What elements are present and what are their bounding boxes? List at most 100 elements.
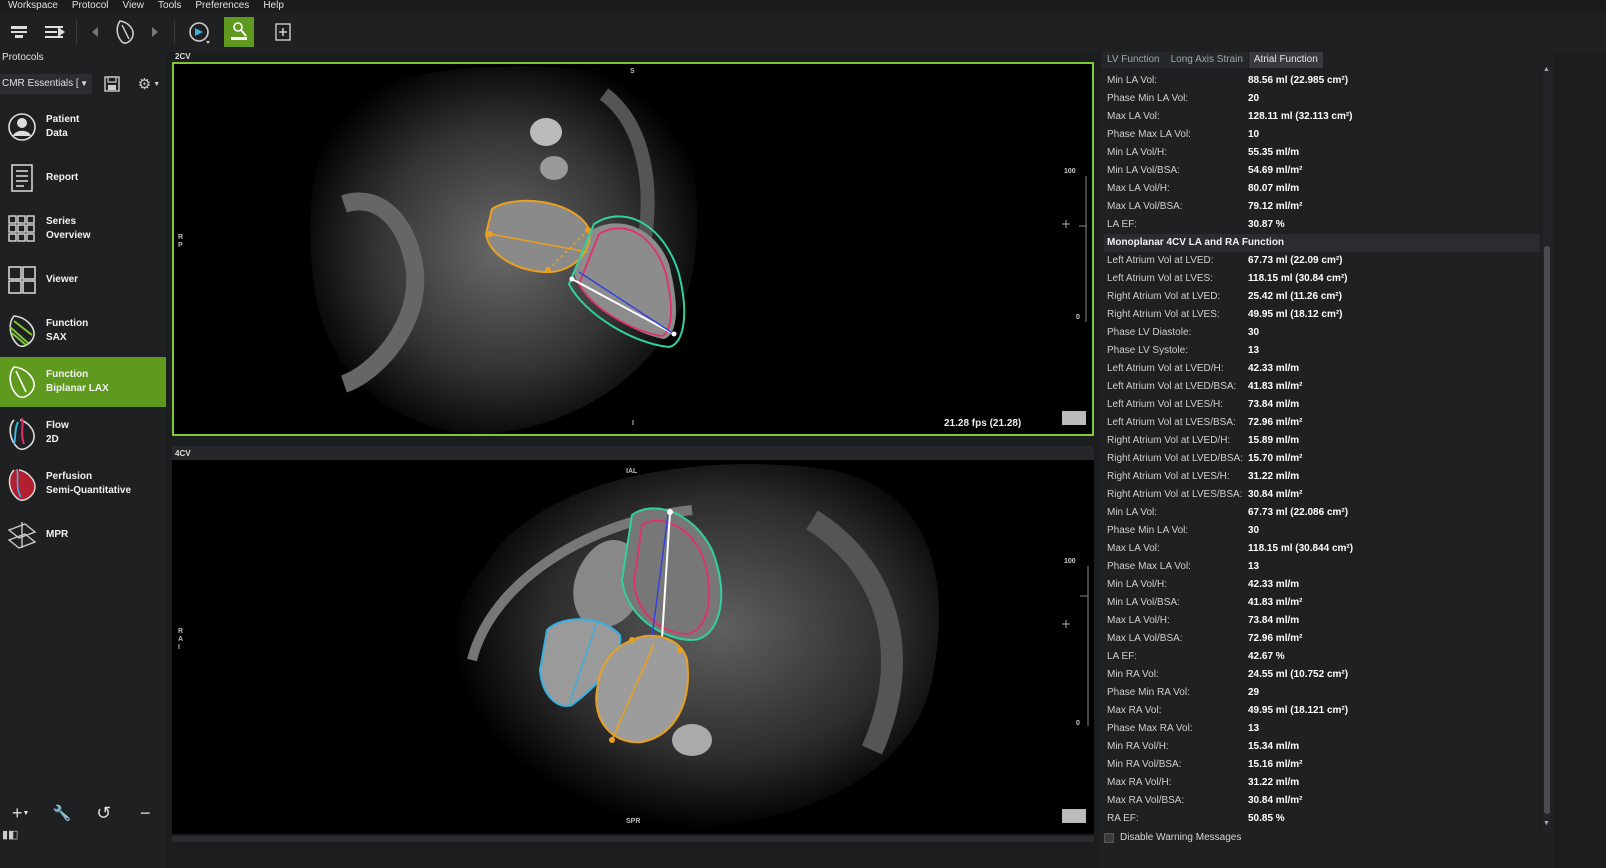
viewport-4cv[interactable]: IAL R A I SPR 100 0 [172,460,1094,834]
remove-protocol-button[interactable]: − [125,798,167,828]
add-protocol-button[interactable]: + ▼ [0,798,42,828]
result-value: 79.12 ml/m² [1248,201,1303,212]
protocol-flow-2d[interactable]: Flow 2D [0,408,166,458]
result-row: Right Atrium Vol at LVES/H: 31.22 ml/m [1104,468,1540,486]
result-value: 118.15 ml (30.84 cm²) [1248,273,1348,284]
protocol-series-overview[interactable]: Series Overview [0,204,166,254]
protocol-function-biplanar-lax[interactable]: Function Biplanar LAX [0,357,166,407]
next-button[interactable] [144,17,166,47]
result-label: Left Atrium Vol at LVES: [1107,273,1213,284]
chevron-down-icon: ▼ [153,80,161,88]
disable-warnings-toggle[interactable]: Disable Warning Messages [1104,832,1241,843]
menu-workspace[interactable]: Workspace [0,0,64,12]
scroll-up-icon[interactable]: ▲ [1543,66,1550,73]
protocol-actions: + ▼ 🔧 ↺ − [0,798,166,828]
add-view-button[interactable] [268,17,298,47]
result-value: 15.34 ml/m [1248,741,1300,752]
plus-icon: + [12,802,23,823]
result-row: Max LA Vol: 118.15 ml (30.844 cm²) [1104,540,1540,558]
result-label: Max LA Vol: [1107,111,1160,122]
cine-button[interactable] [184,17,214,47]
tab-atrial-function[interactable]: Atrial Function [1248,52,1323,68]
contour-icon [231,22,247,40]
mri-image-2cv [310,66,1087,434]
result-label: LA EF: [1107,651,1138,662]
menu-help[interactable]: Help [255,0,290,12]
menu-protocol[interactable]: Protocol [64,0,115,12]
orientation-bottom: SPR [626,818,641,825]
protocol-label: Patient Data [46,114,80,139]
viewer-icon [8,266,36,294]
protocol-label: Perfusion Semi-Quantitative [46,471,132,496]
protocol-viewer[interactable]: Viewer [0,255,166,305]
gear-icon: ⚙ [137,76,152,93]
result-row: Phase Max LA Vol: 13 [1104,558,1540,576]
import-button[interactable] [40,17,70,47]
protocol-function-sax[interactable]: Function SAX [0,306,166,356]
edit-protocol-button[interactable]: 🔧 [42,798,84,828]
menu-bar: Workspace Protocol View Tools Preferences Hel… [0,0,1606,12]
result-row: Right Atrium Vol at LVED/H: 15.89 ml/m [1104,432,1540,450]
result-value: 25.42 ml (11.26 cm²) [1248,291,1342,302]
flow-icon [9,417,35,450]
scroll-thumb[interactable] [1544,246,1550,814]
checkbox[interactable] [1104,832,1114,843]
grid-icon [8,215,35,242]
heart-outline-icon [116,20,134,44]
protocol-label: Function Biplanar LAX [46,369,109,394]
horizontal-scrollbar[interactable] [172,836,1094,842]
result-value: 20 [1248,93,1260,104]
protocol-perfusion[interactable]: Perfusion Semi-Quantitative [0,459,166,509]
protocol-label: MPR [46,529,69,540]
result-value: 55.35 ml/m [1248,147,1300,158]
heart-tool-button[interactable] [110,17,140,47]
result-label: Max LA Vol/H: [1107,615,1170,626]
result-row: Max LA Vol/H: 80.07 ml/m [1104,180,1540,198]
result-value: 10 [1248,129,1260,140]
result-label: Max LA Vol: [1107,543,1160,554]
result-label: Max LA Vol/BSA: [1107,633,1183,644]
result-row: Phase Min LA Vol: 30 [1104,522,1540,540]
result-row: Min LA Vol/BSA: 54.69 ml/m² [1104,162,1540,180]
result-label: Max LA Vol/H: [1107,183,1170,194]
menu-preferences[interactable]: Preferences [187,0,255,12]
layout-toggle-button[interactable] [4,17,34,47]
save-protocol-button[interactable] [100,74,124,94]
result-label: Min RA Vol/BSA: [1107,759,1182,770]
protocol-report[interactable]: Report [0,153,166,203]
protocol-settings-button[interactable]: ⚙ ▼ [134,74,164,94]
scale-top: 100 [1064,168,1076,175]
tab-lv-function[interactable]: LV Function [1102,52,1165,68]
result-row: Min RA Vol/BSA: 15.16 ml/m² [1104,756,1540,774]
menu-view[interactable]: View [115,0,151,12]
reset-icon: ↺ [96,802,112,823]
result-value: 30.84 ml/m² [1248,489,1303,500]
result-row: Max LA Vol/H: 73.84 ml/m [1104,612,1540,630]
results-scrollbar[interactable]: ▲ ▼ [1543,66,1551,832]
protocols-panel: Protocols CMR Essentials [ ▼ ⚙ ▼ Patient … [0,52,166,868]
result-label: Min LA Vol/H: [1107,579,1168,590]
panel-dock-icon[interactable]: ▮◧ [2,828,38,842]
result-label: Phase Max LA Vol: [1107,561,1191,572]
reset-protocol-button[interactable]: ↺ [83,798,125,828]
menu-tools[interactable]: Tools [150,0,187,12]
protocol-mpr[interactable]: MPR [0,510,166,560]
result-value: 29 [1248,687,1260,698]
result-label: Phase Max RA Vol: [1107,723,1193,734]
tab-long-axis-strain[interactable]: Long Axis Strain [1165,52,1248,68]
protocol-label: Viewer [46,274,79,285]
heart-lax-icon [9,366,35,398]
contour-tool-button[interactable] [224,17,254,47]
protocol-select[interactable]: CMR Essentials [ ▼ [0,74,92,94]
result-row: Min LA Vol/BSA: 41.83 ml/m² [1104,594,1540,612]
scale-bottom: 0 [1076,720,1080,727]
protocol-select-value: CMR Essentials [ [2,78,79,89]
result-row: Phase LV Diastole: 30 [1104,324,1540,342]
result-row: Phase Min RA Vol: 29 [1104,684,1540,702]
viewport-2cv[interactable]: S R P I 100 0 21.28 fps (21.28) [172,62,1094,436]
scroll-down-icon[interactable]: ▼ [1543,820,1550,827]
protocol-label: Function SAX [46,318,89,343]
protocol-patient-data[interactable]: Patient Data [0,102,166,152]
result-row: Phase Max LA Vol: 10 [1104,126,1540,144]
previous-button[interactable] [84,17,106,47]
